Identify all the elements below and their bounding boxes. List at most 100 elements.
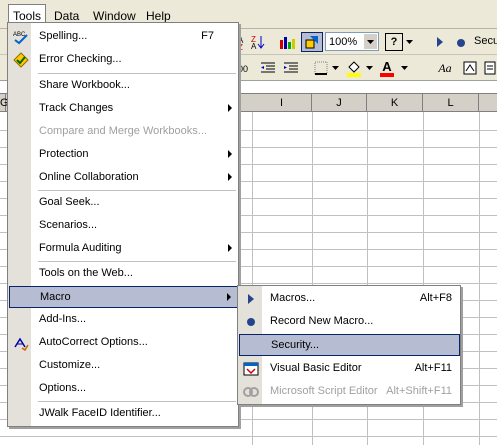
- submenu-arrow-icon: [228, 173, 232, 181]
- menu-item-track-changes[interactable]: Track Changes: [9, 98, 238, 120]
- security-toolbar-text: Secu: [474, 35, 497, 47]
- menu-item-label: Add-Ins...: [39, 313, 87, 325]
- chevron-down-icon[interactable]: [364, 34, 377, 49]
- column-header-l-label: L: [447, 97, 454, 109]
- run-macro-icon[interactable]: [436, 37, 444, 47]
- gridline-horizontal: [0, 436, 497, 437]
- fill-color-icon[interactable]: [345, 58, 363, 78]
- submenu-arrow-icon: [227, 293, 231, 301]
- zoom-value: 100%: [329, 35, 358, 48]
- menu-item-label: Online Collaboration: [39, 171, 139, 183]
- font-color-swatch: [380, 72, 394, 77]
- help-icon[interactable]: ?: [385, 33, 403, 51]
- menu-help[interactable]: Help: [146, 9, 171, 23]
- increase-indent-icon[interactable]: [281, 59, 301, 77]
- menu-window-label: Window: [93, 9, 136, 23]
- column-header-m[interactable]: [479, 94, 497, 112]
- menu-data[interactable]: Data: [54, 9, 79, 23]
- help-dropdown-chevron-icon[interactable]: [405, 37, 413, 47]
- format-painter-icon[interactable]: [462, 60, 478, 76]
- menu-item-options[interactable]: Options...: [9, 378, 238, 400]
- submenu-item-macros[interactable]: Macros... Alt+F8: [239, 288, 460, 310]
- sort-descending-icon[interactable]: ZA: [250, 34, 266, 50]
- menu-item-autocorrect[interactable]: AutoCorrect Options...: [9, 332, 238, 354]
- submenu-item-label: Macros...: [270, 292, 316, 304]
- submenu-item-label: Record New Macro...: [270, 315, 374, 327]
- menu-item-compare-merge: Compare and Merge Workbooks...: [9, 121, 238, 143]
- gridline-vertical: [479, 112, 480, 445]
- font-color-chevron-icon[interactable]: [400, 64, 408, 72]
- menu-item-goal-seek[interactable]: Goal Seek...: [9, 192, 238, 214]
- submenu-arrow-icon: [228, 104, 232, 112]
- menu-item-label: Share Workbook...: [39, 79, 130, 91]
- submenu-item-shortcut: Alt+F8: [419, 292, 452, 304]
- svg-text:00: 00: [238, 64, 248, 74]
- menu-item-scenarios[interactable]: Scenarios...: [9, 215, 238, 237]
- menu-item-tools-on-web[interactable]: Tools on the Web...: [9, 263, 238, 285]
- record-icon[interactable]: [456, 38, 466, 48]
- menu-item-protection[interactable]: Protection: [9, 144, 238, 166]
- menu-item-label: Spelling...: [39, 30, 88, 42]
- submenu-arrow-icon: [228, 150, 232, 158]
- menu-item-label: Protection: [39, 148, 89, 160]
- menu-help-label: Help: [146, 9, 171, 23]
- menu-item-macro[interactable]: Macro: [9, 286, 238, 308]
- submenu-item-security[interactable]: Security...: [239, 334, 460, 356]
- menu-item-label: Scenarios...: [39, 219, 98, 231]
- menu-item-shortcut: F7: [201, 30, 214, 42]
- macro-submenu: Macros... Alt+F8 Record New Macro... Sec…: [237, 285, 461, 405]
- menu-item-formula-auditing[interactable]: Formula Auditing: [9, 238, 238, 260]
- borders-icon[interactable]: [312, 59, 330, 77]
- script-editor-icon: [242, 383, 260, 401]
- record-icon: [242, 313, 260, 331]
- submenu-item-label: Security...: [271, 339, 320, 351]
- sort-ascending-icon[interactable]: AZ: [238, 34, 246, 50]
- column-header-j-label: J: [336, 97, 342, 109]
- column-header-partial[interactable]: G: [0, 94, 9, 112]
- error-checking-icon: [12, 51, 30, 69]
- drawing-icon[interactable]: [301, 32, 323, 52]
- spelling-icon: ABC: [12, 28, 30, 46]
- column-header-j[interactable]: J: [312, 94, 367, 112]
- column-header-i[interactable]: I: [252, 94, 312, 112]
- borders-chevron-icon[interactable]: [331, 64, 339, 72]
- fill-color-chevron-icon[interactable]: [365, 64, 373, 72]
- zoom-select[interactable]: 100%: [325, 32, 379, 51]
- menu-item-label: JWalk FaceID Identifier...: [39, 407, 161, 419]
- menu-item-spelling[interactable]: ABC Spelling... F7: [9, 26, 238, 48]
- menu-separator: [38, 73, 236, 74]
- column-header-k-label: K: [390, 97, 399, 109]
- decrease-indent-icon[interactable]: [258, 59, 278, 77]
- menu-item-add-ins[interactable]: Add-Ins...: [9, 309, 238, 331]
- run-macro-icon: [242, 290, 260, 308]
- submenu-item-visual-basic-editor[interactable]: Visual Basic Editor Alt+F11: [239, 358, 460, 380]
- menu-window[interactable]: Window: [93, 9, 136, 23]
- menu-item-online-collaboration[interactable]: Online Collaboration: [9, 167, 238, 189]
- menu-data-label: Data: [54, 9, 80, 23]
- decrease-decimal-icon[interactable]: 00: [238, 59, 248, 77]
- column-header-k[interactable]: K: [367, 94, 423, 112]
- font-style-icon[interactable]: Aa: [436, 60, 454, 76]
- column-header-l[interactable]: L: [423, 94, 479, 112]
- chart-wizard-icon[interactable]: [278, 33, 298, 51]
- menu-item-customize[interactable]: Customize...: [9, 355, 238, 377]
- submenu-item-label: Visual Basic Editor: [270, 362, 362, 374]
- menu-item-label: Track Changes: [39, 102, 114, 114]
- submenu-item-record-new-macro[interactable]: Record New Macro...: [239, 311, 460, 333]
- autofilter-icon[interactable]: [484, 60, 496, 76]
- menu-item-jwalk-faceid[interactable]: JWalk FaceID Identifier...: [9, 403, 238, 425]
- submenu-arrow-icon: [228, 244, 232, 252]
- svg-text:A: A: [251, 42, 257, 50]
- menu-item-error-checking[interactable]: Error Checking...: [9, 49, 238, 71]
- font-color-icon[interactable]: A: [378, 58, 396, 78]
- security-toolbar-label[interactable]: Secu: [474, 35, 497, 47]
- tools-menu: ABC Spelling... F7 Error Checking... Sha…: [7, 22, 239, 427]
- menu-item-share-workbook[interactable]: Share Workbook...: [9, 75, 238, 97]
- menu-item-label: Customize...: [39, 359, 101, 371]
- menu-item-label: Error Checking...: [39, 53, 122, 65]
- menu-separator: [38, 401, 236, 402]
- autocorrect-icon: [12, 334, 30, 352]
- column-header-i-label: I: [279, 97, 284, 109]
- submenu-item-shortcut: Alt+Shift+F11: [386, 385, 452, 397]
- menu-separator: [38, 190, 236, 191]
